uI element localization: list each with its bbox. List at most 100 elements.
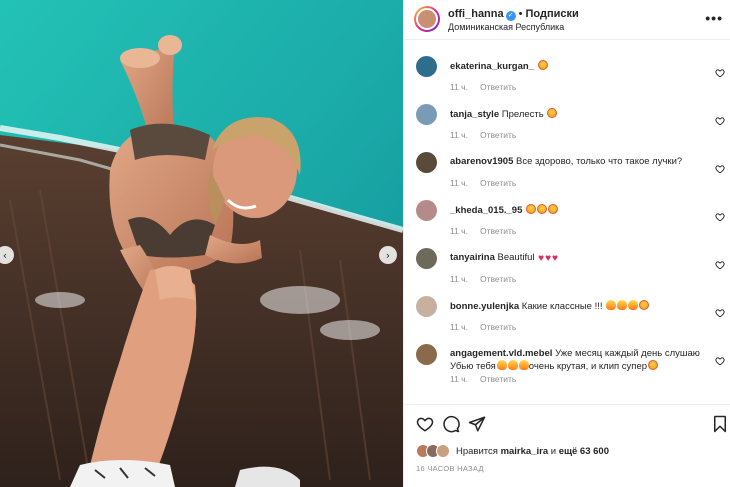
smiling-emoji — [548, 204, 559, 214]
fire-emoji — [617, 300, 628, 310]
author-line: offi_hanna ✓ • Подписки — [448, 8, 579, 21]
commenter-avatar[interactable] — [416, 200, 437, 221]
photo-illustration — [0, 0, 403, 487]
comment-like-heart-icon[interactable] — [715, 68, 725, 78]
post-location[interactable]: Доминиканская Республика — [448, 22, 564, 32]
comment-text: _kheda_015._95 — [450, 204, 708, 217]
next-photo-button[interactable]: › — [379, 246, 397, 264]
likes-summary: Нравится mairka_ira и ещё 63 600 — [416, 443, 609, 459]
reply-button[interactable]: Ответить — [480, 130, 516, 140]
smiling-emoji — [537, 60, 548, 70]
comment-meta: 11 ч. Ответить — [450, 178, 516, 188]
comment-time[interactable]: 11 ч. — [450, 322, 468, 332]
share-icon[interactable] — [468, 415, 486, 433]
liker-username[interactable]: mairka_ira — [501, 446, 549, 457]
smiling-emoji — [639, 300, 650, 310]
comment-icon[interactable] — [442, 415, 460, 433]
fire-emoji — [606, 300, 617, 310]
following-button[interactable]: Подписки — [525, 8, 578, 20]
comment-text: tanyairina Beautiful ♥♥♥ — [450, 252, 708, 265]
commenter-username[interactable]: tanja_style — [450, 109, 499, 120]
comment-body: Уже месяц каждый день слушаю — [555, 348, 700, 359]
comment-body: Какие классные !!! — [521, 301, 603, 312]
comment-body-line2: Убью тебя — [450, 361, 496, 372]
fire-emoji — [496, 360, 507, 370]
likes-text: Нравится mairka_ira и ещё 63 600 — [456, 446, 609, 457]
comment-like-heart-icon[interactable] — [715, 116, 725, 126]
comment-meta: 11 ч. Ответить — [450, 130, 516, 140]
comment-like-heart-icon[interactable] — [715, 260, 725, 270]
comment-body: Прелесть — [501, 109, 544, 120]
comment-meta: 11 ч. Ответить — [450, 82, 516, 92]
comment-text: angagement.vld.mebel Уже месяц каждый де… — [450, 348, 708, 373]
reply-button[interactable]: Ответить — [480, 82, 516, 92]
reply-button[interactable]: Ответить — [480, 226, 516, 236]
commenter-username[interactable]: ekaterina_kurgan_ — [450, 61, 534, 72]
comment-text: bonne.yulenjka Какие классные !!! — [450, 300, 708, 313]
post-time-ago[interactable]: 16 ЧАСОВ НАЗАД — [416, 464, 484, 473]
red-heart-emoji: ♥ — [552, 253, 558, 264]
bookmark-icon[interactable] — [711, 415, 729, 433]
post-actions: Нравится mairka_ira и ещё 63 600 16 ЧАСО… — [404, 404, 730, 487]
commenter-avatar[interactable] — [416, 152, 437, 173]
commenter-username[interactable]: _kheda_015._95 — [450, 205, 522, 216]
comment-body-line2-rest: очень крутая, и клип супер — [528, 361, 648, 372]
comment-meta: 11 ч. Ответить — [450, 274, 516, 284]
smiling-emoji — [648, 360, 659, 370]
smiling-emoji — [547, 108, 558, 118]
chevron-right-icon: › — [385, 248, 391, 262]
commenter-avatar[interactable] — [416, 104, 437, 125]
smiling-emoji — [526, 204, 537, 214]
verified-badge-icon: ✓ — [505, 11, 516, 21]
commenter-avatar[interactable] — [416, 56, 437, 77]
fire-emoji — [628, 300, 639, 310]
comment-meta: 11 ч. Ответить — [450, 374, 516, 384]
commenter-avatar[interactable] — [416, 296, 437, 317]
comment-text: ekaterina_kurgan_ — [450, 60, 708, 73]
post-side-panel: offi_hanna ✓ • Подписки Доминиканская Респу… — [403, 0, 730, 487]
reply-button[interactable]: Ответить — [480, 178, 516, 188]
separator-dot: • — [518, 8, 523, 20]
like-heart-icon[interactable] — [416, 415, 434, 433]
author-username[interactable]: offi_hanna — [448, 8, 504, 20]
comment-meta: 11 ч. Ответить — [450, 226, 516, 236]
comment-time[interactable]: 11 ч. — [450, 226, 468, 236]
author-avatar[interactable] — [414, 6, 440, 32]
likes-and: и — [550, 445, 557, 457]
instagram-post-view: ‹ › offi_hanna ✓ • Подписки Доминиканская Р… — [0, 0, 730, 487]
reply-button[interactable]: Ответить — [480, 374, 516, 384]
comment-like-heart-icon[interactable] — [715, 212, 725, 222]
smiling-emoji — [537, 204, 548, 214]
comment-time[interactable]: 11 ч. — [450, 274, 468, 284]
reply-button[interactable]: Ответить — [480, 322, 516, 332]
commenter-avatar[interactable] — [416, 248, 437, 269]
liker-avatar — [436, 444, 450, 458]
commenter-username[interactable]: bonne.yulenjka — [450, 301, 519, 312]
comment-body: Все здорово, только что такое лучки? — [516, 156, 683, 167]
post-header: offi_hanna ✓ • Подписки Доминиканская Респу… — [404, 0, 730, 40]
more-options-icon[interactable]: ••• — [705, 10, 723, 26]
fire-emoji — [518, 360, 529, 370]
comment-like-heart-icon[interactable] — [715, 164, 725, 174]
comment-body: Beautiful — [497, 252, 535, 263]
comment-like-heart-icon[interactable] — [715, 356, 725, 366]
comment-text: abarenov1905 Все здорово, только что так… — [450, 156, 708, 168]
fire-emoji — [507, 360, 518, 370]
reply-button[interactable]: Ответить — [480, 274, 516, 284]
comment-time[interactable]: 11 ч. — [450, 374, 468, 384]
comment-time[interactable]: 11 ч. — [450, 82, 468, 92]
likes-prefix: Нравится — [456, 445, 498, 457]
commenter-username[interactable]: tanyairina — [450, 252, 495, 263]
comment-text: tanja_style Прелесть — [450, 108, 708, 121]
red-heart-emoji: ♥ — [545, 253, 552, 264]
commenter-avatar[interactable] — [416, 344, 437, 365]
commenter-username[interactable]: angagement.vld.mebel — [450, 348, 552, 359]
likes-count[interactable]: ещё 63 600 — [559, 446, 609, 457]
comment-time[interactable]: 11 ч. — [450, 178, 468, 188]
commenter-username[interactable]: abarenov1905 — [450, 156, 513, 167]
comment-meta: 11 ч. Ответить — [450, 322, 516, 332]
comment-like-heart-icon[interactable] — [715, 308, 725, 318]
post-photo[interactable]: ‹ › — [0, 0, 403, 487]
chevron-left-icon: ‹ — [2, 248, 8, 262]
comment-time[interactable]: 11 ч. — [450, 130, 468, 140]
